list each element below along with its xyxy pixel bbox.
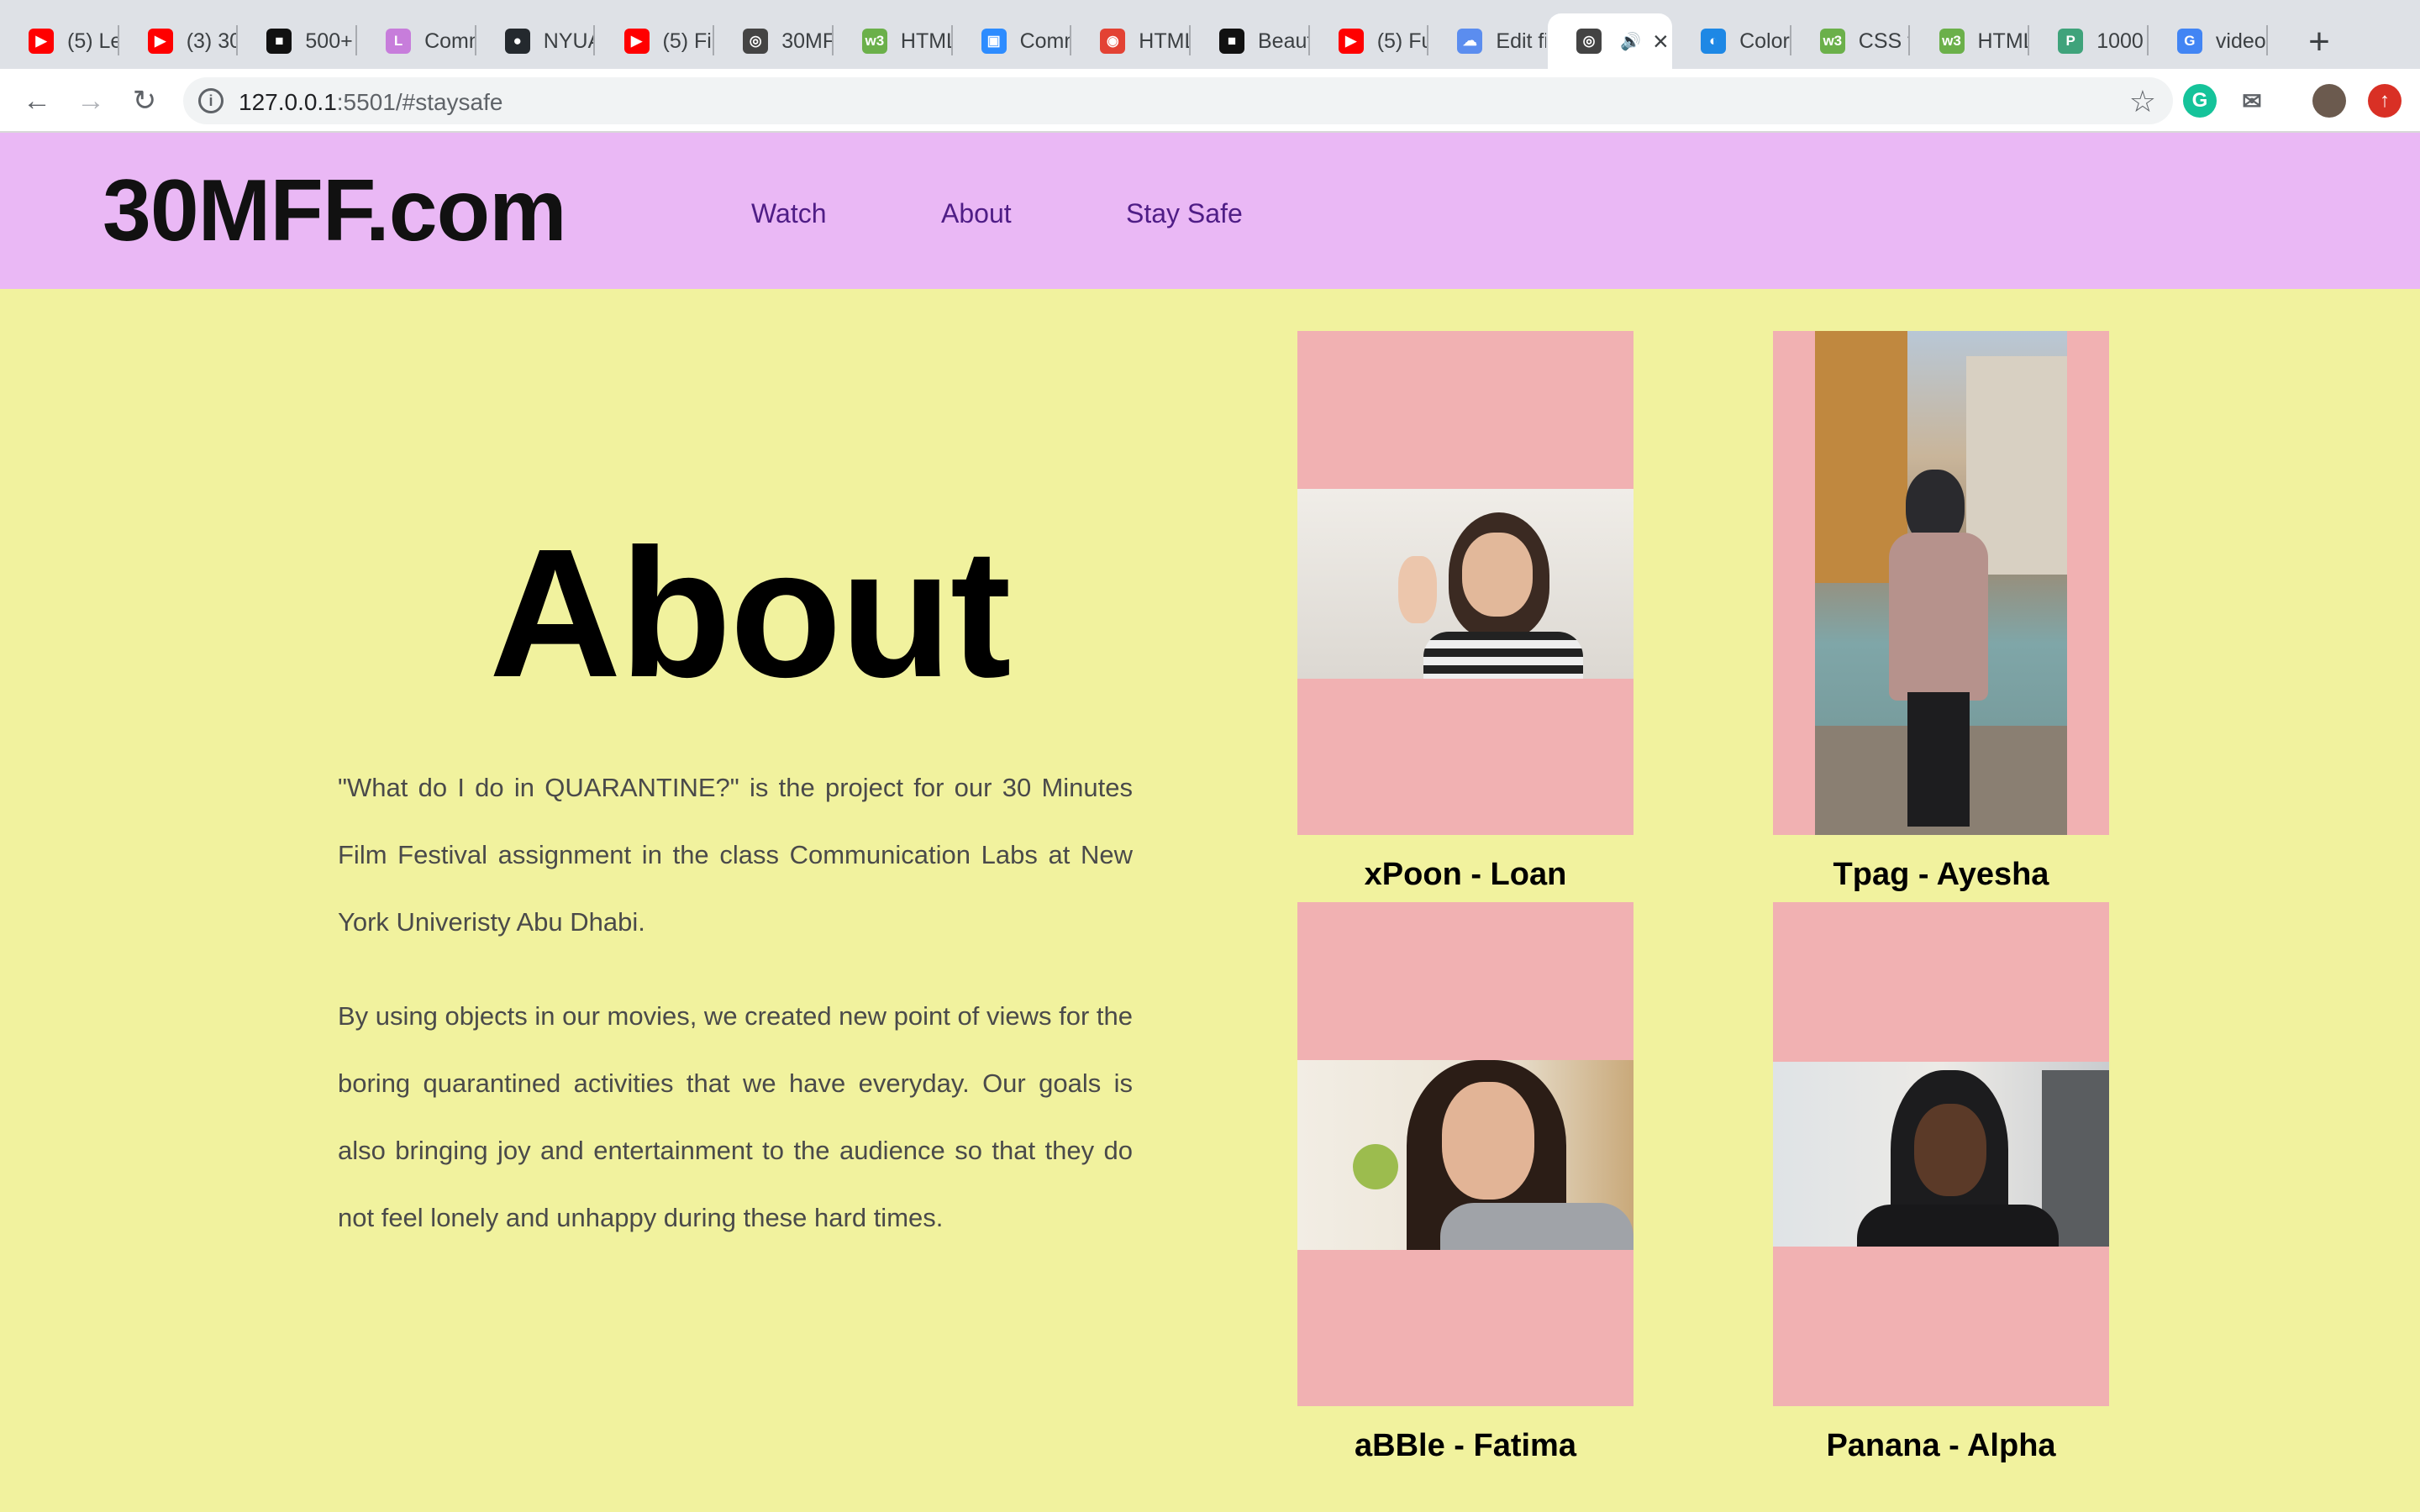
tab-title: 1000	[2096, 29, 2144, 53]
google-icon: G	[2176, 29, 2202, 54]
bookmark-star-icon[interactable]: ☆	[2129, 84, 2156, 119]
film-caption: xPoon - Loan	[1364, 857, 1567, 892]
browser-tab[interactable]: ▶ (5) Fi	[596, 13, 715, 69]
forward-icon[interactable]: →	[72, 82, 109, 119]
browser-tab[interactable]: w3 CSS t	[1791, 13, 1911, 69]
nav-stay-safe-link[interactable]: Stay Safe	[1126, 198, 1243, 229]
speaker-icon[interactable]: 🔊	[1620, 31, 1641, 52]
w3-icon: w3	[1819, 29, 1845, 54]
browser-tab[interactable]: Gvideo	[2149, 13, 2268, 69]
tab-title: Comm	[424, 29, 475, 53]
color-icon: ◐	[1701, 29, 1727, 54]
tab-title: Comm	[1019, 29, 1071, 53]
browser-tab[interactable]: ■ 500+	[238, 13, 358, 69]
record-icon: ◉	[1100, 29, 1126, 54]
browser-tab[interactable]: L Comm	[357, 13, 476, 69]
browser-tab[interactable]: P 1000	[2029, 13, 2149, 69]
browser-tab[interactable]: ▶ (5) Fu	[1310, 13, 1429, 69]
p-icon: P	[2058, 29, 2084, 54]
browser-tab-strip: ▶ (5) Le ▶ (3) 30 ■ 500+ L Comm ● NYUA ▶ (5) Fi ◎ 30M…	[0, 0, 2420, 69]
tab-title: 30MF	[781, 29, 833, 53]
film-thumbnail	[1297, 489, 1634, 679]
browser-tab[interactable]: ▣ Comm	[953, 13, 1072, 69]
browser-tab[interactable]: ● NYUA	[476, 13, 596, 69]
browser-tab[interactable]: ◎ 🔊 ×	[1548, 13, 1673, 69]
tab-title: CSS t	[1858, 29, 1909, 53]
browser-tab[interactable]: w3 HTML	[1911, 13, 2030, 69]
about-heading: About	[489, 512, 1012, 716]
film-thumbnail	[1815, 331, 2067, 835]
tab-title: 500+	[305, 29, 353, 53]
browser-tab[interactable]: ▶ (3) 30	[119, 13, 239, 69]
browser-tab[interactable]: ■ Beaut	[1191, 13, 1310, 69]
w3-icon: w3	[1939, 29, 1965, 54]
browser-tab[interactable]: ▶ (5) Le	[0, 13, 119, 69]
reload-icon[interactable]: ↻	[126, 82, 163, 119]
tab-separator	[2265, 25, 2268, 55]
cl-icon: L	[386, 29, 412, 54]
unsplash-icon: ■	[266, 29, 292, 54]
nav-watch-link[interactable]: Watch	[751, 198, 827, 229]
address-bar[interactable]: i 127.0.0.1:5501/#staysafe ☆	[183, 77, 2173, 124]
film-video-card[interactable]	[1297, 902, 1634, 1406]
youtube-icon: ▶	[147, 29, 173, 54]
globe-icon: ◎	[743, 29, 769, 54]
browser-tab[interactable]: ◎ 30MF	[714, 13, 834, 69]
browser-tab[interactable]: ◉ HTML	[1071, 13, 1191, 69]
tab-title: (5) Fi	[662, 29, 712, 53]
film-caption: aBBle - Fatima	[1355, 1428, 1576, 1463]
youtube-icon: ▶	[29, 29, 54, 54]
tab-title: (5) Le	[67, 29, 118, 53]
about-paragraph-2: By using objects in our movies, we creat…	[338, 1001, 1133, 1232]
update-icon[interactable]: ↑	[2368, 84, 2402, 118]
site-header: 30MFF.com Watch About Stay Safe	[0, 133, 2420, 289]
film-thumbnail	[1773, 1062, 2109, 1247]
zoom-icon: ▣	[981, 29, 1007, 54]
grammarly-icon[interactable]: G	[2183, 84, 2217, 118]
close-tab-icon[interactable]: ×	[1653, 28, 1669, 55]
tab-title: (5) Fu	[1376, 29, 1428, 53]
film-video-card[interactable]	[1773, 331, 2109, 835]
tab-title: HTML	[900, 29, 951, 53]
site-info-icon[interactable]: i	[198, 88, 224, 113]
film-caption: Panana - Alpha	[1826, 1428, 2056, 1463]
tab-title: NYUA	[543, 29, 594, 53]
unsplash-icon: ■	[1219, 29, 1244, 54]
back-icon[interactable]: ←	[18, 82, 55, 119]
browser-tab[interactable]: ◐ Color	[1672, 13, 1791, 69]
tab-title: HTML	[1977, 29, 2028, 53]
film-caption: Tpag - Ayesha	[1833, 857, 2049, 892]
mail-icon[interactable]: ✉	[2235, 84, 2269, 118]
url-text[interactable]: 127.0.0.1:5501/#staysafe	[239, 89, 502, 116]
browser-tab[interactable]: w3 HTML	[834, 13, 953, 69]
film-thumbnail	[1297, 1060, 1634, 1250]
film-video-card[interactable]	[1773, 902, 2109, 1406]
tab-title: video	[2215, 29, 2266, 53]
about-paragraph-1: "What do I do in QUARANTINE?" is the pro…	[338, 773, 1133, 937]
browser-toolbar: ← → ↻ i 127.0.0.1:5501/#staysafe ☆ G ✉ ↑	[0, 69, 2420, 133]
url-path: :5501/#staysafe	[336, 89, 503, 115]
cloud-icon: ☁	[1457, 29, 1483, 54]
new-tab-button[interactable]: +	[2296, 18, 2343, 66]
globe-icon: ◎	[1576, 29, 1602, 54]
youtube-icon: ▶	[1338, 29, 1364, 54]
browser-tab[interactable]: ☁ Edit fi	[1428, 13, 1548, 69]
tab-title: (3) 30	[186, 29, 237, 53]
site-logo[interactable]: 30MFF.com	[103, 161, 567, 261]
w3-icon: w3	[861, 29, 887, 54]
youtube-icon: ▶	[623, 29, 650, 54]
profile-avatar-icon[interactable]	[2312, 84, 2346, 118]
tab-title: HTML	[1139, 29, 1189, 53]
nav-about-link[interactable]: About	[941, 198, 1012, 229]
url-host: 127.0.0.1	[239, 89, 337, 115]
tab-title: Beaut	[1258, 29, 1308, 53]
github-icon: ●	[504, 29, 530, 54]
tab-title: Edit fi	[1496, 29, 1547, 53]
film-video-card[interactable]	[1297, 331, 1634, 835]
tab-title: Color	[1739, 29, 1790, 53]
